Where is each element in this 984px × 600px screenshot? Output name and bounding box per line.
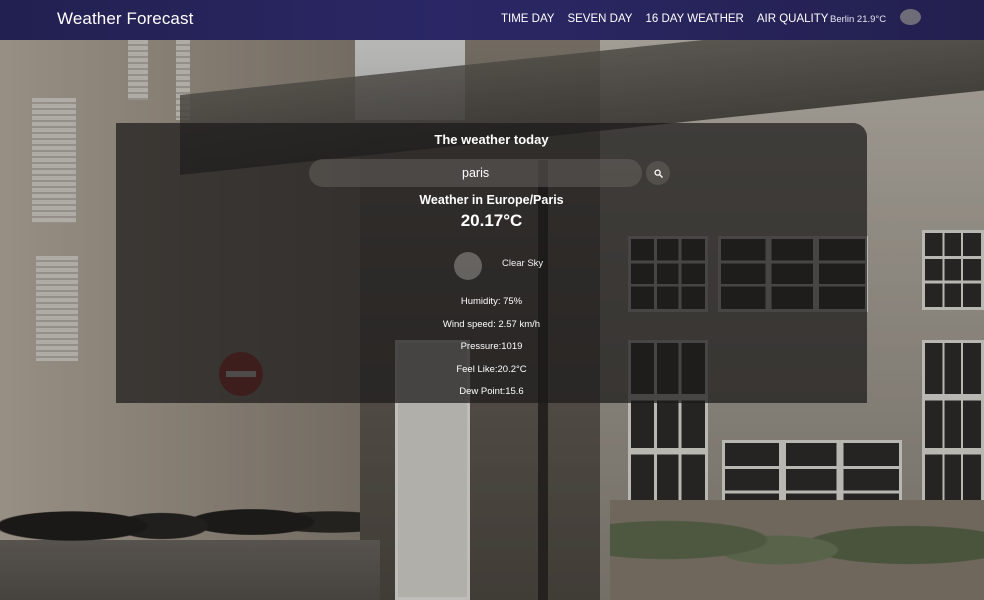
theme-toggle-icon[interactable] [900, 9, 921, 25]
current-temperature: 20.17°C [460, 211, 523, 230]
nav-link-16-day-weather[interactable]: 16 DAY WEATHER [645, 13, 743, 25]
brand-title[interactable]: Weather Forecast [57, 9, 193, 29]
humidity: Humidity: 75% [460, 296, 523, 307]
current-city-temperature: Berlin 21.9°C [830, 14, 887, 25]
nav-link-time-day[interactable]: TIME DAY [501, 13, 554, 25]
weather-details: Humidity: 75% Wind speed: 2.57 km/h Pres… [116, 295, 867, 408]
location-title: Weather in Europe/Paris [419, 193, 564, 207]
city-search-input[interactable] [309, 159, 642, 187]
dew-point: Dew Point:15.6 [459, 386, 524, 397]
pressure: Pressure:1019 [460, 341, 523, 352]
navbar: Weather Forecast TIME DAY SEVEN DAY 16 D… [0, 0, 984, 40]
nav-link-seven-day[interactable]: SEVEN DAY [567, 13, 632, 25]
search-icon [653, 168, 663, 178]
search-button[interactable] [646, 161, 670, 185]
card-title: The weather today [434, 132, 549, 147]
wind-speed: Wind speed: 2.57 km/h [442, 318, 541, 330]
weather-condition-icon [454, 252, 482, 280]
weather-card: The weather today Weather in Europe/Pari… [116, 123, 867, 403]
nav-link-air-quality[interactable]: AIR QUALITY [757, 13, 829, 25]
weather-condition: Clear Sky [502, 258, 544, 269]
nav-links: TIME DAY SEVEN DAY 16 DAY WEATHER AIR QU… [501, 13, 828, 25]
feels-like: Feel Like:20.2°C [456, 363, 527, 375]
